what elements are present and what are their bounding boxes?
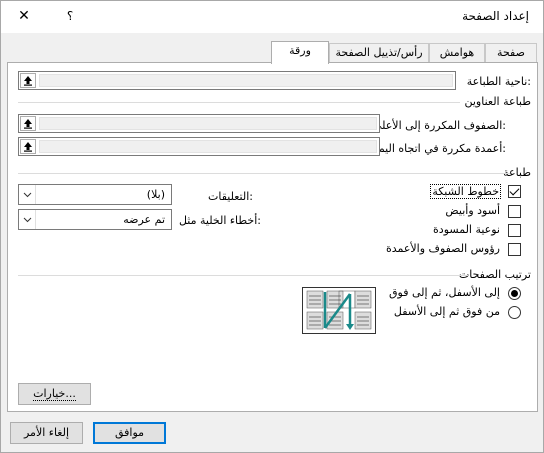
page-order-preview: [302, 287, 376, 334]
divider: [18, 173, 510, 174]
chevron-down-icon: [19, 185, 36, 204]
down-then-over-label: إلى الأسفل، ثم إلى فوق: [389, 286, 500, 299]
collapse-icon[interactable]: [20, 116, 36, 131]
cancel-button[interactable]: إلغاء الأمر: [10, 422, 83, 444]
tab-header-footer[interactable]: رأس/تذييل الصفحة: [329, 43, 429, 63]
rows-repeat-field[interactable]: [18, 114, 380, 133]
cols-repeat-field[interactable]: [18, 137, 380, 156]
down-then-over-radio[interactable]: [508, 287, 521, 300]
comments-label: التعليقات:: [208, 190, 253, 203]
gridlines-checkbox[interactable]: [508, 185, 521, 198]
cell-errors-select[interactable]: تم عرضه: [18, 209, 172, 230]
chevron-down-icon: [19, 210, 36, 229]
divider: [18, 275, 468, 276]
cell-errors-value: تم عرضه: [123, 213, 165, 226]
print-titles-heading: طباعة العناوين: [464, 95, 531, 108]
comments-select[interactable]: (بلا): [18, 184, 172, 205]
black-white-checkbox[interactable]: [508, 205, 521, 218]
tab-strip: صفحة هوامش رأس/تذييل الصفحة ورقة: [1, 41, 543, 64]
help-icon[interactable]: ؟: [59, 6, 81, 26]
divider: [18, 102, 460, 103]
print-area-label: ناحية الطباعة:: [466, 75, 531, 88]
draft-quality-checkbox[interactable]: [508, 224, 521, 237]
collapse-icon[interactable]: [20, 139, 36, 154]
gridlines-label: خطوط الشبكة: [430, 184, 501, 199]
row-col-headings-label: رؤوس الصفوف والأعمدة: [385, 242, 500, 255]
tab-margins[interactable]: هوامش: [429, 43, 485, 63]
title-bar: ✕ ؟ إعداد الصفحة: [1, 1, 543, 33]
ok-button[interactable]: موافق: [93, 422, 166, 444]
dialog-title: إعداد الصفحة: [462, 9, 529, 23]
cell-errors-label: أخطاء الخلية مثل:: [178, 214, 261, 227]
print-area-field[interactable]: [18, 71, 456, 90]
rows-repeat-label: الصفوف المكررة إلى الأعلى:: [372, 119, 506, 132]
options-button[interactable]: خيارات...: [18, 383, 91, 405]
tab-page[interactable]: صفحة: [485, 43, 537, 63]
over-then-down-label: من فوق ثم إلى الأسفل: [393, 305, 500, 318]
tab-sheet[interactable]: ورقة: [271, 41, 329, 64]
cols-repeat-label: أعمدة مكررة في اتجاه اليمين:: [367, 142, 506, 155]
sheet-panel: ناحية الطباعة: طباعة العناوين الصفوف الم…: [7, 62, 538, 412]
over-then-down-radio[interactable]: [508, 306, 521, 319]
page-setup-dialog: ✕ ؟ إعداد الصفحة صفحة هوامش رأس/تذييل ال…: [0, 0, 544, 453]
draft-quality-label: نوعية المسودة: [433, 223, 500, 236]
row-col-headings-checkbox[interactable]: [508, 243, 521, 256]
options-button-label: خيارات...: [33, 387, 76, 401]
black-white-label: أسود وأبيض: [445, 204, 500, 217]
close-icon[interactable]: ✕: [13, 6, 35, 26]
collapse-icon[interactable]: [20, 73, 36, 88]
page-order-heading: ترتيب الصفحات: [458, 268, 531, 281]
comments-value: (بلا): [146, 188, 165, 201]
